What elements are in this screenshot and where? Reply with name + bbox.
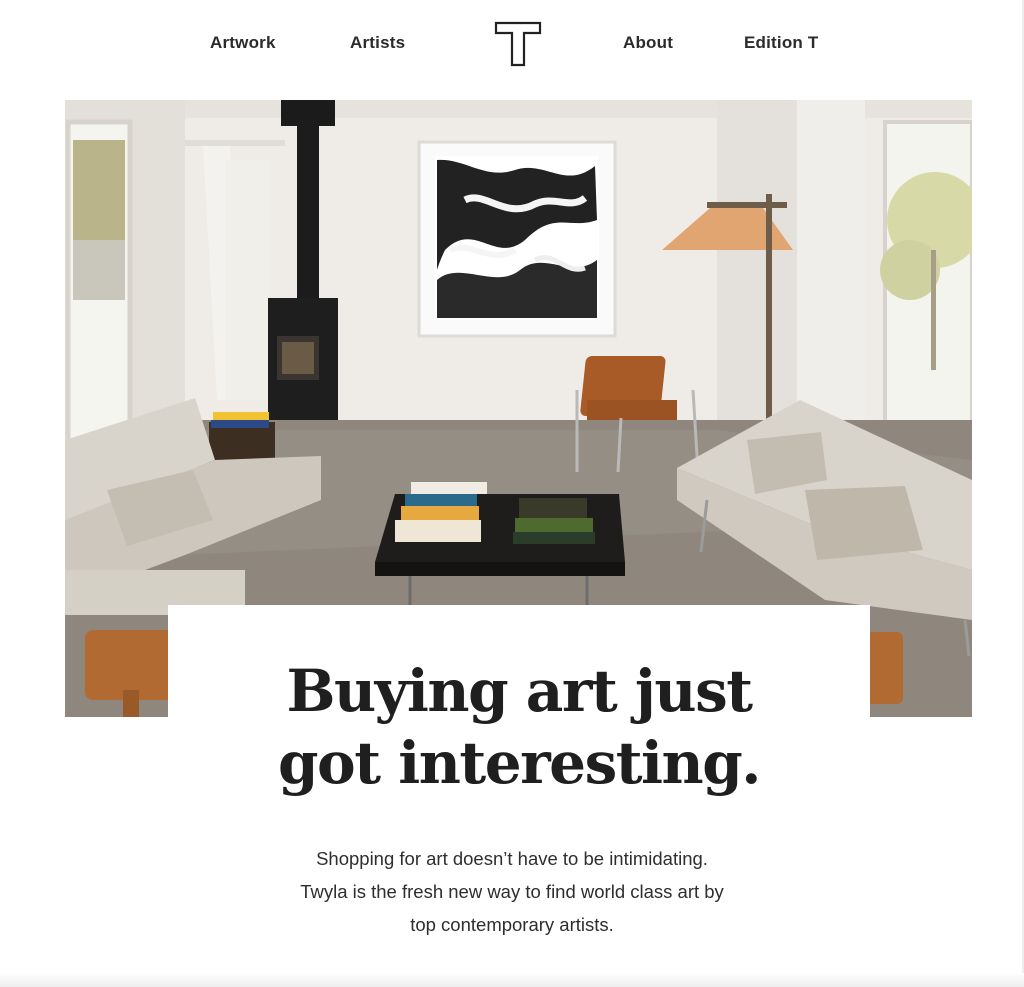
nav-artists[interactable]: Artists — [350, 33, 405, 53]
headline-line-1: Buying art just — [286, 657, 753, 725]
frame-bottom-fade — [0, 973, 1024, 987]
intro-line-1: Shopping for art doesn’t have to be inti… — [316, 848, 708, 869]
top-nav: Artwork Artists About Edition T — [0, 0, 1024, 90]
twyla-t-logo-icon[interactable] — [494, 20, 542, 68]
intro-line-3: top contemporary artists. — [410, 914, 614, 935]
page-title: Buying art just got interesting. — [168, 655, 870, 799]
nav-about[interactable]: About — [623, 33, 673, 53]
nav-artwork[interactable]: Artwork — [210, 33, 276, 53]
headline-line-2: got interesting. — [278, 729, 761, 797]
intro-paragraph: Shopping for art doesn’t have to be inti… — [212, 842, 812, 941]
nav-edition-t[interactable]: Edition T — [744, 33, 819, 53]
intro-line-2: Twyla is the fresh new way to find world… — [300, 881, 724, 902]
